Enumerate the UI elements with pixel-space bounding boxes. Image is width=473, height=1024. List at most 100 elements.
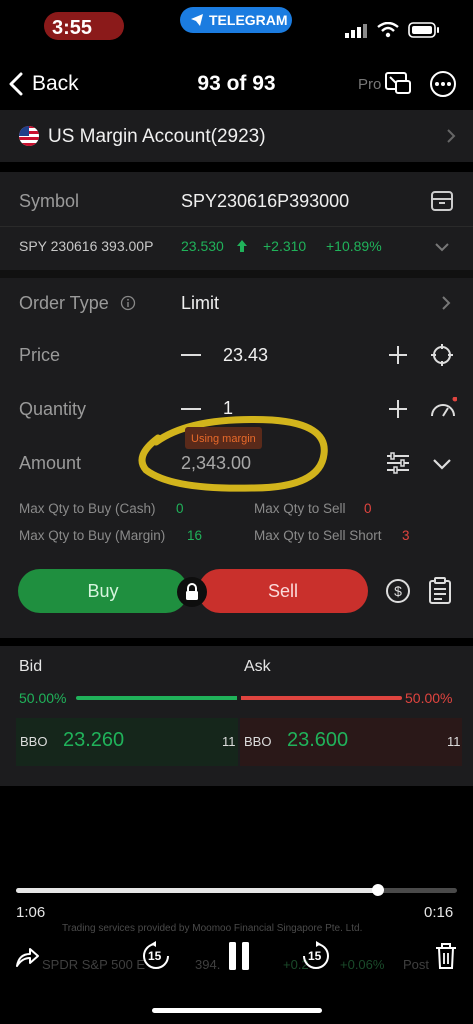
ask-size: 11 bbox=[447, 734, 461, 749]
video-scrubber-handle[interactable] bbox=[372, 884, 384, 896]
symbol-row[interactable]: Symbol SPY230616P393000 bbox=[0, 176, 473, 226]
status-bar: 3:55 TELEGRAM bbox=[0, 0, 473, 60]
ticker-name: SPDR S&P 500 E bbox=[42, 957, 146, 972]
bid-size: 11 bbox=[222, 734, 236, 749]
max-sell-label: Max Qty to Sell bbox=[254, 501, 346, 516]
bid-price: 23.260 bbox=[63, 729, 125, 751]
wifi-icon bbox=[377, 22, 399, 38]
max-sell-short-label: Max Qty to Sell Short bbox=[254, 528, 382, 543]
symbol-value: SPY230616P393000 bbox=[181, 191, 350, 211]
svg-text:$: $ bbox=[394, 583, 402, 599]
max-qty-info: Max Qty to Buy (Cash) 0 Max Qty to Sell … bbox=[0, 498, 473, 552]
quote-name: SPY 230616 393.00P bbox=[19, 238, 154, 254]
max-buy-margin-label: Max Qty to Buy (Margin) bbox=[19, 528, 166, 543]
quantity-label: Quantity bbox=[19, 399, 87, 419]
sell-button[interactable]: Sell bbox=[198, 569, 368, 613]
ask-price: 23.600 bbox=[287, 729, 349, 751]
watchlist-icon[interactable] bbox=[430, 189, 454, 213]
ticker-tag: Post bbox=[403, 957, 430, 972]
forward-15-button[interactable]: 15 bbox=[300, 940, 332, 972]
max-buy-margin-value: 16 bbox=[187, 528, 203, 543]
order-book: Bid Ask 50.00% 50.00% BBO 23.260 11 BBO … bbox=[0, 646, 473, 786]
bid-level[interactable]: BBO 23.260 11 bbox=[16, 718, 238, 766]
chevron-right-icon bbox=[442, 296, 451, 310]
lock-toggle[interactable] bbox=[177, 577, 207, 607]
amount-value: 2,343.00 bbox=[181, 453, 252, 473]
ask-bbo-tag: BBO bbox=[244, 734, 272, 749]
bid-percent: 50.00% bbox=[19, 690, 67, 706]
price-decrement-button[interactable] bbox=[181, 354, 201, 356]
quantity-increment-button[interactable] bbox=[388, 399, 408, 419]
bid-bbo-tag: BBO bbox=[20, 734, 48, 749]
crosshair-icon[interactable] bbox=[430, 343, 454, 367]
quote-row[interactable]: SPY 230616 393.00P 23.530 +2.310 +10.89% bbox=[0, 227, 473, 267]
ask-percent: 50.00% bbox=[405, 690, 453, 706]
lock-icon bbox=[186, 583, 198, 600]
info-icon[interactable] bbox=[120, 295, 136, 311]
account-selector[interactable]: US Margin Account(2923) bbox=[0, 110, 473, 162]
battery-icon bbox=[408, 22, 439, 38]
sell-label: Sell bbox=[267, 581, 298, 601]
amount-label: Amount bbox=[19, 453, 82, 473]
using-margin-text: Using margin bbox=[191, 433, 256, 445]
forward-seconds: 15 bbox=[308, 949, 322, 963]
video-elapsed: 1:06 bbox=[16, 904, 46, 921]
signal-icon bbox=[345, 24, 367, 38]
buy-button[interactable]: Buy bbox=[18, 569, 188, 613]
account-name: US Margin Account(2923) bbox=[48, 126, 266, 147]
ticker-pct: +0.06% bbox=[340, 957, 385, 972]
telegram-label: TELEGRAM bbox=[209, 12, 288, 28]
speedometer-icon[interactable] bbox=[429, 397, 457, 421]
price-input[interactable]: 23.43 bbox=[223, 345, 268, 366]
bid-ratio-fill bbox=[76, 696, 237, 700]
share-icon[interactable] bbox=[14, 944, 40, 970]
nav-bar: Back 93 of 93 Pro bbox=[0, 60, 473, 110]
max-buy-cash-label: Max Qty to Buy (Cash) bbox=[19, 501, 156, 516]
ask-ratio-fill bbox=[241, 696, 402, 700]
ask-level[interactable]: BBO 23.600 11 bbox=[240, 718, 462, 766]
video-scrubber[interactable] bbox=[16, 884, 457, 896]
bid-ask-ratio-bar bbox=[76, 696, 402, 700]
telegram-pill[interactable]: TELEGRAM bbox=[180, 7, 292, 33]
trash-icon[interactable] bbox=[435, 942, 457, 970]
sliders-icon[interactable] bbox=[386, 452, 410, 474]
home-indicator[interactable] bbox=[152, 1008, 322, 1013]
video-progress-fill bbox=[16, 888, 378, 893]
pro-label[interactable]: Pro bbox=[358, 76, 381, 93]
price-increment-button[interactable] bbox=[388, 345, 408, 365]
max-sell-short-value: 3 bbox=[402, 528, 410, 543]
amount-row: Amount Using margin 2,343.00 bbox=[0, 416, 473, 492]
quantity-decrement-button[interactable] bbox=[181, 408, 201, 410]
chevron-down-icon[interactable] bbox=[434, 242, 450, 252]
quote-price: 23.530 bbox=[181, 238, 224, 254]
video-remaining: 0:16 bbox=[424, 904, 454, 921]
disclaimer: Trading services provided by Moomoo Fina… bbox=[62, 923, 363, 934]
ask-label: Ask bbox=[244, 658, 271, 675]
rewind-15-button[interactable]: 15 bbox=[140, 940, 172, 972]
chevron-down-icon[interactable] bbox=[432, 458, 452, 470]
max-buy-cash-value: 0 bbox=[176, 501, 184, 516]
price-row: Price 23.43 bbox=[0, 332, 473, 378]
us-flag-icon bbox=[19, 126, 39, 146]
using-margin-badge: Using margin bbox=[185, 427, 262, 449]
order-type-value: Limit bbox=[181, 293, 220, 313]
chevron-right-icon bbox=[447, 129, 456, 143]
currency-exchange-icon[interactable]: $ bbox=[385, 578, 411, 604]
send-icon bbox=[191, 14, 203, 26]
max-sell-value: 0 bbox=[364, 501, 372, 516]
price-label: Price bbox=[19, 345, 61, 365]
quote-pct: +10.89% bbox=[326, 238, 382, 254]
buy-label: Buy bbox=[87, 581, 119, 601]
more-icon[interactable] bbox=[429, 70, 457, 98]
order-list-icon[interactable] bbox=[428, 577, 452, 605]
picture-in-picture-icon[interactable] bbox=[384, 69, 412, 97]
rewind-seconds: 15 bbox=[148, 949, 162, 963]
status-time: 3:55 bbox=[52, 17, 93, 39]
order-type-label: Order Type bbox=[19, 293, 109, 313]
symbol-label: Symbol bbox=[19, 191, 80, 211]
bid-label: Bid bbox=[19, 658, 43, 675]
order-type-row[interactable]: Order Type Limit bbox=[0, 280, 473, 326]
pause-icon[interactable] bbox=[228, 941, 250, 971]
quote-change: +2.310 bbox=[263, 238, 307, 254]
arrow-up-icon bbox=[237, 240, 247, 252]
